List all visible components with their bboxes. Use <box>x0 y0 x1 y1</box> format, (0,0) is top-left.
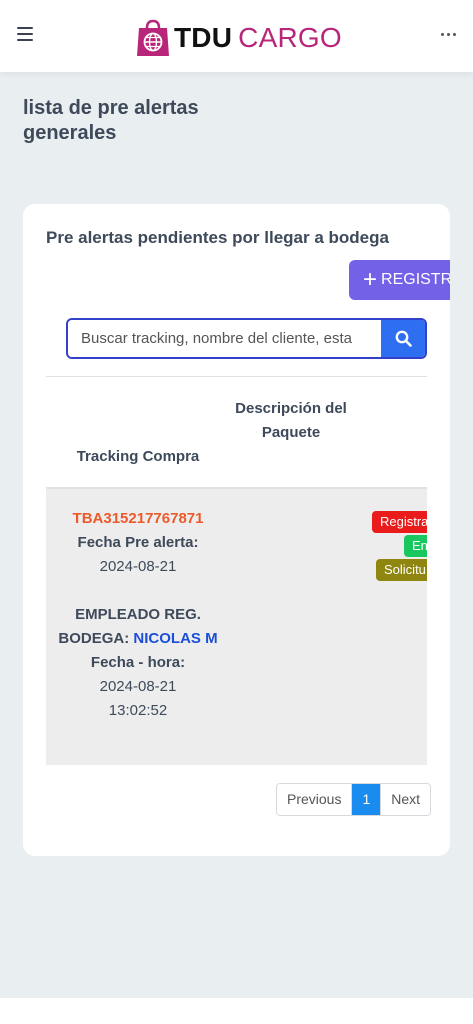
more-dots-icon[interactable] <box>441 33 456 36</box>
datetime-label: Fecha - hora: <box>90 654 186 671</box>
logo-text-light: CARGO <box>238 22 342 53</box>
employee-info: EMPLEADO REG. BODEGA: NICOLAS M <box>46 603 230 651</box>
main-content: lista de pre alertas generales Pre alert… <box>0 72 473 998</box>
search-button[interactable] <box>381 320 425 357</box>
search-input[interactable] <box>68 320 381 357</box>
column-header-description[interactable]: Descripción del Paquete <box>230 397 352 445</box>
hamburger-menu-icon[interactable] <box>17 27 33 41</box>
datetime-time: 13:02:52 <box>108 702 168 719</box>
employee-name: NICOLAS M <box>133 630 218 647</box>
status-badge-registrado: Registra <box>372 511 427 533</box>
status-badge-en: En <box>404 535 427 557</box>
table-row: TBA315217767871 Fecha Pre alerta: 2024-0… <box>46 489 427 765</box>
tracking-code[interactable]: TBA315217767871 <box>46 507 230 531</box>
pre-alerts-card: Pre alertas pendientes por llegar a bode… <box>23 204 450 856</box>
pre-alerts-table: Tracking Compra Descripción del Paquete … <box>46 376 427 766</box>
datetime-date: 2024-08-21 <box>99 678 177 695</box>
logo-text: TDU CARGO <box>174 18 342 58</box>
column-header-tracking[interactable]: Tracking Compra <box>46 445 230 469</box>
pagination-next[interactable]: Next <box>380 784 431 815</box>
page-title: lista de pre alertas generales <box>23 97 199 144</box>
pre-alert-date-label: Fecha Pre alerta: <box>77 534 199 551</box>
plus-icon: + <box>363 266 378 293</box>
card-title: Pre alertas pendientes por llegar a bode… <box>46 228 389 247</box>
pagination: Previous 1 Next <box>276 783 432 816</box>
status-badge-solicitud: Solicitu <box>376 559 427 581</box>
tracking-cell: TBA315217767871 Fecha Pre alerta: 2024-0… <box>46 507 230 723</box>
search-bar <box>66 318 427 359</box>
top-bar: TDU CARGO <box>0 0 473 72</box>
pre-alert-date: 2024-08-21 <box>99 558 177 575</box>
register-button[interactable]: + REGISTRA T <box>349 260 450 300</box>
pagination-page-1[interactable]: 1 <box>352 784 381 815</box>
shopping-bag-globe-icon <box>136 19 170 57</box>
logo[interactable]: TDU CARGO <box>136 18 342 58</box>
logo-text-bold: TDU <box>174 22 233 53</box>
register-button-label: REGISTRA T <box>381 271 450 288</box>
search-icon <box>395 330 412 347</box>
pagination-previous[interactable]: Previous <box>277 784 353 815</box>
